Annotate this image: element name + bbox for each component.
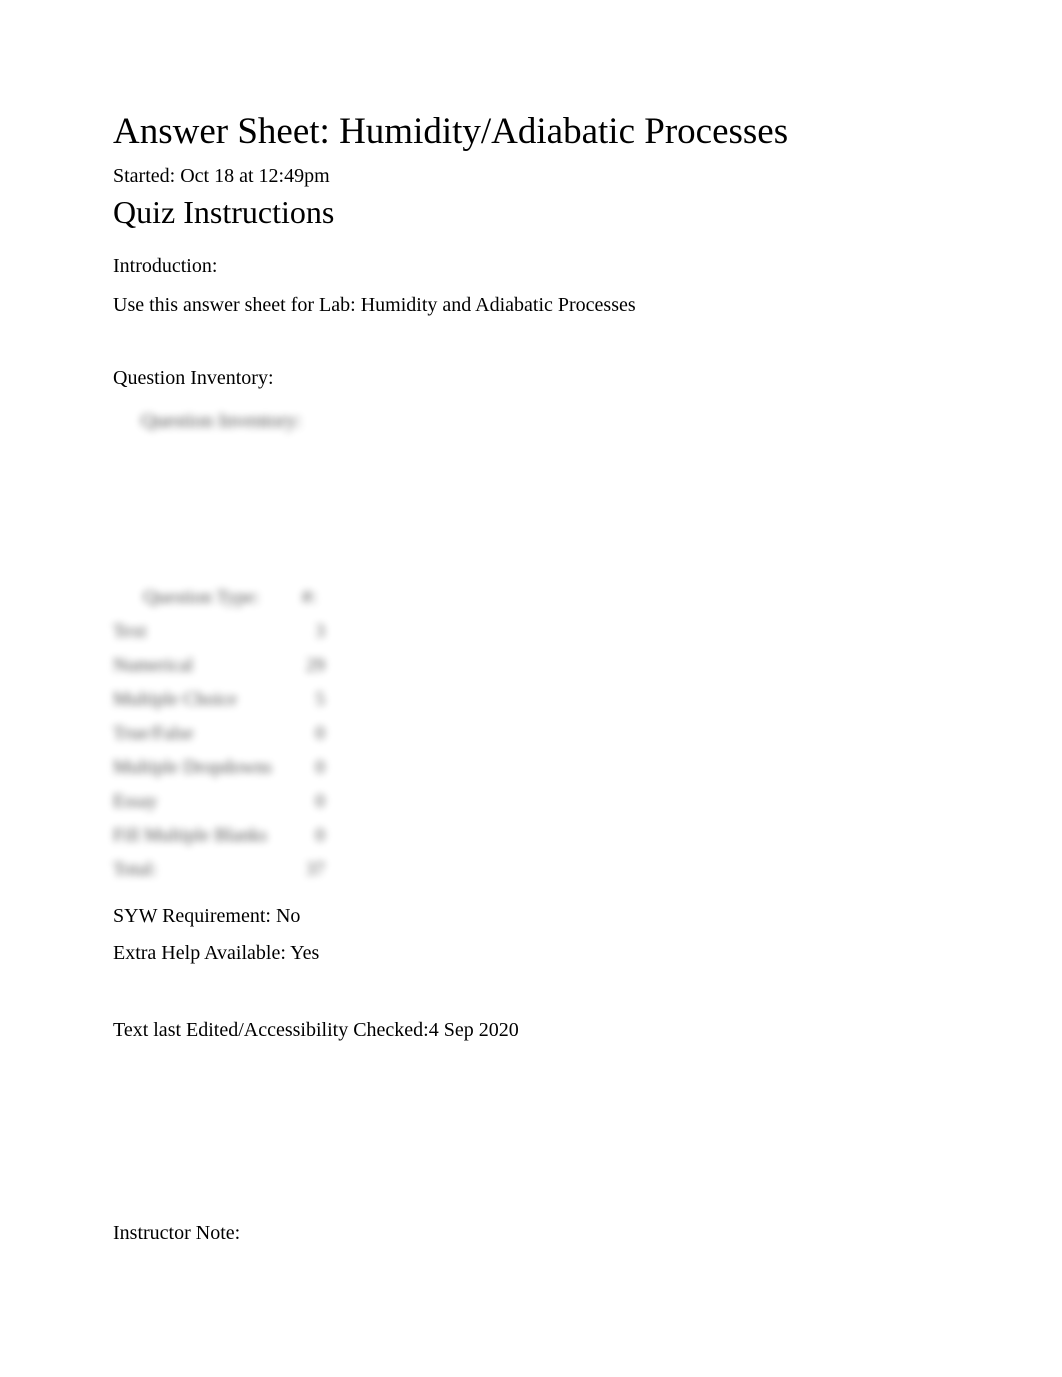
cell-question-type: Text bbox=[113, 615, 290, 649]
syw-requirement-line: SYW Requirement: No bbox=[113, 905, 949, 928]
cell-question-type: Essay bbox=[113, 785, 290, 819]
cell-question-type: Total: bbox=[113, 853, 290, 887]
last-edited-line: Text last Edited/Accessibility Checked:4… bbox=[113, 1019, 949, 1042]
table-row: Fill Multiple Blanks 0 bbox=[113, 819, 329, 853]
question-inventory-table-wrapper: Question Type: #: Text 3 Numerical 29 Mu… bbox=[113, 581, 949, 887]
table-row: Multiple Choice 5 bbox=[113, 683, 329, 717]
cell-question-type: True/False bbox=[113, 717, 290, 751]
extra-help-line: Extra Help Available: Yes bbox=[113, 942, 949, 965]
instructions-heading: Quiz Instructions bbox=[113, 194, 949, 231]
cell-count: 29 bbox=[290, 649, 329, 683]
cell-count: 0 bbox=[290, 751, 329, 785]
cell-question-type: Fill Multiple Blanks bbox=[113, 819, 290, 853]
question-inventory-caption: Question Inventory: bbox=[113, 410, 949, 433]
cell-count: 0 bbox=[290, 819, 329, 853]
cell-count: 37 bbox=[290, 853, 329, 887]
introduction-text: Use this answer sheet for Lab: Humidity … bbox=[113, 294, 949, 317]
table-row: Essay 0 bbox=[113, 785, 329, 819]
introduction-label: Introduction: bbox=[113, 255, 949, 278]
cell-question-type: Numerical bbox=[113, 649, 290, 683]
cell-count: 0 bbox=[290, 717, 329, 751]
cell-count: 3 bbox=[290, 615, 329, 649]
table-row: Text 3 bbox=[113, 615, 329, 649]
cell-question-type: Multiple Choice bbox=[113, 683, 290, 717]
page-title: Answer Sheet: Humidity/Adiabatic Process… bbox=[113, 110, 949, 153]
cell-question-type: Multiple Dropdowns bbox=[113, 751, 290, 785]
table-row: True/False 0 bbox=[113, 717, 329, 751]
cell-count: 5 bbox=[290, 683, 329, 717]
table-row: Numerical 29 bbox=[113, 649, 329, 683]
instructor-note-label: Instructor Note: bbox=[113, 1222, 949, 1245]
started-timestamp: Started: Oct 18 at 12:49pm bbox=[113, 165, 949, 188]
cell-count: 0 bbox=[290, 785, 329, 819]
question-inventory-label: Question Inventory: bbox=[113, 367, 949, 390]
table-row: Total: 37 bbox=[113, 853, 329, 887]
table-row: Multiple Dropdowns 0 bbox=[113, 751, 329, 785]
question-inventory-table: Question Type: #: Text 3 Numerical 29 Mu… bbox=[113, 581, 329, 887]
header-count: #: bbox=[290, 581, 329, 615]
header-question-type: Question Type: bbox=[113, 581, 290, 615]
table-header-row: Question Type: #: bbox=[113, 581, 329, 615]
